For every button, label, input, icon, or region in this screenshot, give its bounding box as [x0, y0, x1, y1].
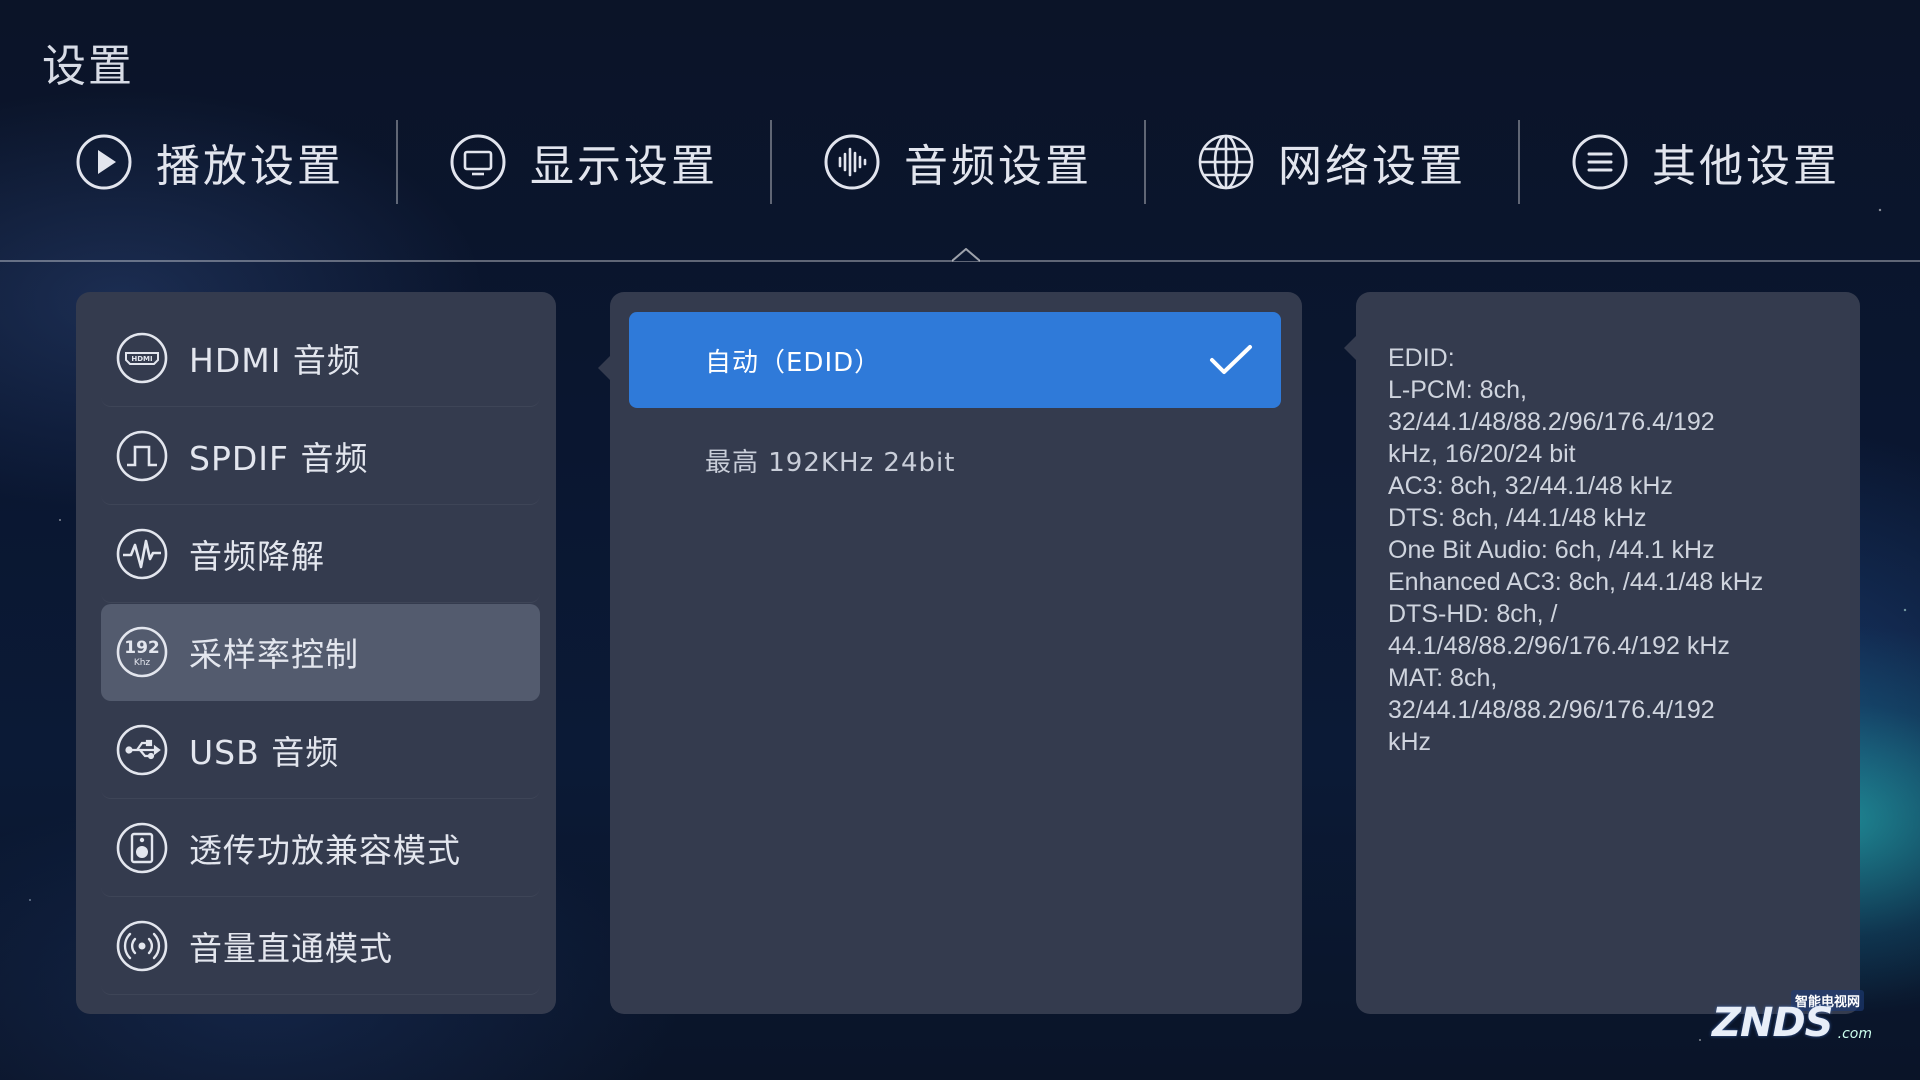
- znds-watermark-logo: 智能电视网 ZNDS .com: [1706, 990, 1872, 1050]
- tab-playback[interactable]: 播放设置: [22, 112, 396, 212]
- sidebar-item-label: SPDIF 音频: [189, 439, 369, 478]
- globe-icon: [1196, 132, 1256, 192]
- tab-label: 显示设置: [530, 141, 718, 192]
- top-tab-bar: 播放设置 显示设置 音频设置 网络设置 其他设置: [0, 112, 1920, 212]
- tab-label: 音频设置: [904, 141, 1092, 192]
- 192khz-icon: 192Khz: [116, 626, 168, 678]
- option-label: 自动（EDID）: [705, 347, 882, 378]
- page-title: 设置: [42, 41, 134, 92]
- active-tab-indicator: [952, 248, 980, 262]
- menu-list-icon: [1570, 132, 1630, 192]
- audio-settings-menu: HDMI HDMI 音频 SPDIF 音频 音频降解 192 Khz 采样率控制 …: [76, 292, 556, 1014]
- waveform-icon: [116, 528, 168, 580]
- tab-network[interactable]: 网络设置: [1144, 112, 1518, 212]
- monitor-icon: [448, 132, 508, 192]
- sidebar-item-audio-downmix[interactable]: 音频降解: [101, 506, 540, 603]
- sidebar-item-hdmi-audio[interactable]: HDMI HDMI 音频: [101, 310, 540, 407]
- tab-label: 其他设置: [1652, 141, 1840, 192]
- edid-info-text: EDID: L-PCM: 8ch, 32/44.1/48/88.2/96/176…: [1388, 344, 1764, 756]
- play-circle-icon: [74, 132, 134, 192]
- sidebar-item-sample-rate[interactable]: 192 Khz 采样率控制: [101, 604, 540, 701]
- tab-display[interactable]: 显示设置: [396, 112, 770, 212]
- sidebar-item-label: 透传功放兼容模式: [189, 831, 461, 870]
- panel-pointer: [598, 356, 610, 380]
- option-label: 最高 192KHz 24bit: [705, 447, 956, 478]
- sidebar-item-label: HDMI 音频: [189, 341, 361, 380]
- sidebar-item-label: 音量直通模式: [189, 929, 393, 968]
- option-auto-edid[interactable]: 自动（EDID）: [629, 312, 1281, 408]
- sidebar-item-label: USB 音频: [189, 733, 340, 772]
- sidebar-item-label: 音频降解: [189, 537, 325, 576]
- sidebar-item-volume-passthrough[interactable]: 音量直通模式: [101, 898, 540, 995]
- tab-audio[interactable]: 音频设置: [770, 112, 1144, 212]
- icon-number: 192: [124, 638, 160, 658]
- sidebar-item-usb-audio[interactable]: USB 音频: [101, 702, 540, 799]
- tab-other[interactable]: 其他设置: [1518, 112, 1892, 212]
- sidebar-item-passthrough-compat[interactable]: 透传功放兼容模式: [101, 800, 540, 897]
- broadcast-icon: [116, 920, 168, 972]
- panel-pointer: [1344, 336, 1356, 360]
- watermark-suffix: .com: [1837, 1026, 1872, 1042]
- speaker-icon: [116, 822, 168, 874]
- spdif-icon: [116, 430, 168, 482]
- audio-wave-icon: [822, 132, 882, 192]
- sidebar-item-label: 采样率控制: [189, 635, 359, 674]
- checkmark-icon: [1210, 345, 1252, 374]
- options-panel: 自动（EDID） 最高 192KHz 24bit: [610, 292, 1302, 1014]
- tab-label: 播放设置: [156, 141, 344, 192]
- hdmi-icon: HDMI: [116, 332, 168, 384]
- option-max-192khz[interactable]: 最高 192KHz 24bit: [629, 412, 1281, 508]
- icon-unit: Khz: [134, 658, 151, 668]
- sidebar-item-spdif-audio[interactable]: SPDIF 音频: [101, 408, 540, 505]
- usb-icon: [116, 724, 168, 776]
- tab-label: 网络设置: [1278, 141, 1466, 192]
- watermark-brand: ZNDS: [1712, 1000, 1833, 1046]
- svg-text:HDMI: HDMI: [131, 355, 152, 363]
- edid-info-panel: EDID: L-PCM: 8ch, 32/44.1/48/88.2/96/176…: [1356, 292, 1860, 1014]
